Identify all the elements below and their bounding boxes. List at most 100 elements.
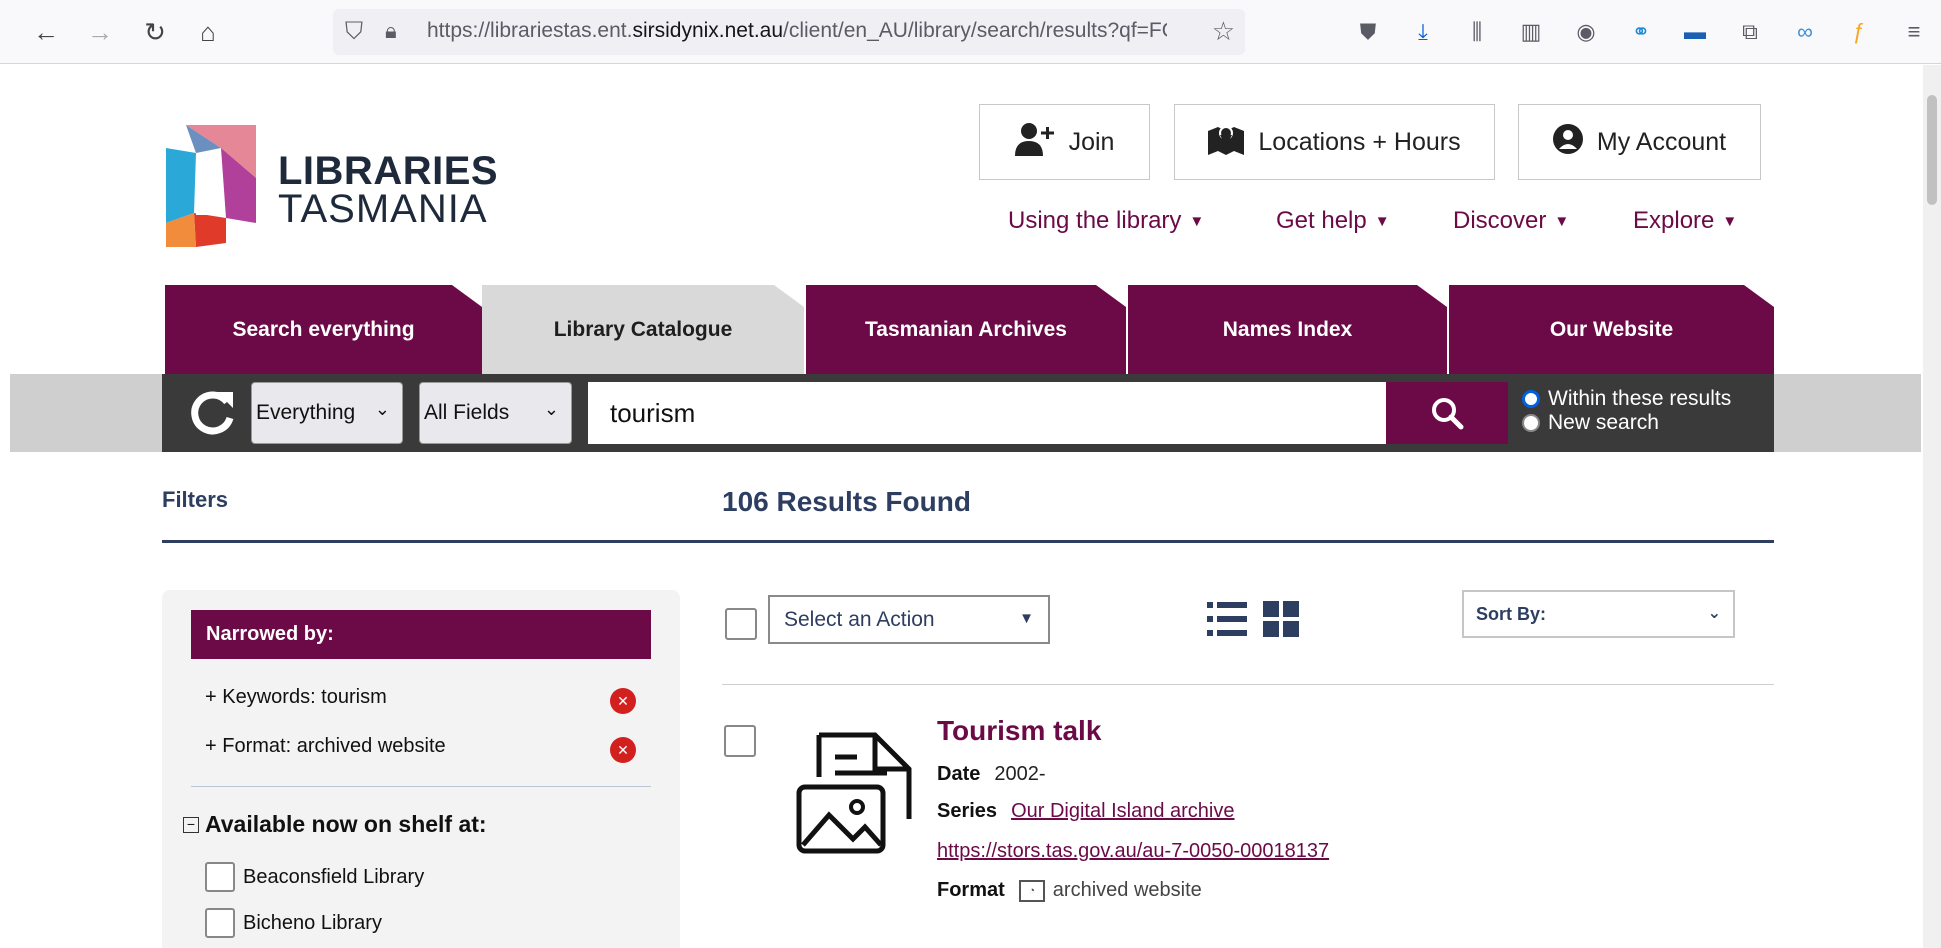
action-select[interactable]: Select an Action ▼ bbox=[768, 595, 1050, 644]
tab-label: Names Index bbox=[1222, 317, 1353, 341]
locations-hours-button[interactable]: Locations + Hours bbox=[1174, 104, 1495, 180]
join-button[interactable]: Join bbox=[979, 104, 1150, 180]
back-icon[interactable]: ← bbox=[28, 14, 64, 50]
nav-using-library[interactable]: Using the library ▼ bbox=[1008, 207, 1204, 235]
result-url-link[interactable]: https://stors.tas.gov.au/au-7-0050-00018… bbox=[937, 840, 1329, 863]
library-checkbox[interactable] bbox=[205, 862, 235, 892]
list-view-icon[interactable] bbox=[1207, 601, 1247, 637]
tab-fold bbox=[452, 285, 482, 307]
tab-our-website[interactable]: Our Website bbox=[1449, 285, 1774, 374]
format-value: archived website bbox=[1052, 879, 1202, 901]
search-scope-select[interactable]: Everything ⌄ bbox=[251, 382, 403, 444]
tab-fold bbox=[1744, 285, 1774, 307]
radio-new-search[interactable]: New search bbox=[1522, 411, 1659, 435]
tab-label: Library Catalogue bbox=[553, 317, 733, 341]
result-series: Series Our Digital Island archive bbox=[937, 800, 1235, 823]
narrowed-item-label: Format: archived website bbox=[222, 735, 446, 757]
radio-selected[interactable] bbox=[1522, 390, 1540, 408]
divider bbox=[191, 786, 651, 787]
extension-link-icon[interactable]: ⚭ bbox=[1625, 16, 1657, 48]
caret-down-icon: ▼ bbox=[1374, 212, 1390, 230]
series-link[interactable]: Our Digital Island archive bbox=[1011, 800, 1234, 823]
lock-icon[interactable]: 🔒︎ bbox=[385, 18, 397, 44]
narrowed-item[interactable]: + Format: archived website bbox=[205, 735, 446, 758]
page: LIBRARIES TASMANIA Join Locations + Hour… bbox=[0, 65, 1941, 948]
available-on-shelf-heading[interactable]: − Available now on shelf at: bbox=[183, 811, 487, 838]
remove-filter-icon[interactable]: ✕ bbox=[610, 737, 636, 763]
url-text[interactable]: https://librariestas.ent.sirsidynix.net.… bbox=[427, 19, 1167, 43]
extension-drive-icon[interactable]: ▬ bbox=[1679, 16, 1711, 48]
radio-label: Within these results bbox=[1548, 387, 1732, 410]
narrowed-by-heading: Narrowed by: bbox=[191, 610, 651, 659]
library-label: Beaconsfield Library bbox=[243, 865, 425, 888]
tab-names-index[interactable]: Names Index bbox=[1128, 285, 1447, 374]
date-value: 2002- bbox=[994, 763, 1046, 785]
logo-mark-icon bbox=[166, 125, 256, 247]
result-format: Format ◔ archived website bbox=[937, 879, 1202, 902]
library-filter-item[interactable]: Beaconsfield Library bbox=[205, 862, 424, 892]
locations-label: Locations + Hours bbox=[1258, 127, 1461, 156]
caret-down-icon: ▼ bbox=[1722, 212, 1738, 230]
field-value: All Fields bbox=[424, 401, 510, 424]
account-label: My Account bbox=[1596, 127, 1727, 156]
scrollbar[interactable] bbox=[1923, 65, 1941, 948]
results-count: 106 Results Found bbox=[722, 486, 971, 517]
libraries-tasmania-logo[interactable]: LIBRARIES TASMANIA bbox=[166, 123, 498, 253]
select-all-checkbox[interactable] bbox=[725, 608, 757, 640]
extension-zotero-icon[interactable]: ƒ bbox=[1843, 16, 1875, 48]
my-account-button[interactable]: My Account bbox=[1518, 104, 1761, 180]
filters-title: Filters bbox=[162, 487, 229, 512]
tab-fold bbox=[1096, 285, 1126, 307]
menu-icon[interactable]: ≡ bbox=[1898, 16, 1930, 48]
result-title[interactable]: Tourism talk bbox=[937, 715, 1101, 747]
document-image-icon[interactable] bbox=[795, 727, 920, 857]
narrowed-item[interactable]: + Keywords: tourism bbox=[205, 686, 387, 709]
reset-search-icon[interactable] bbox=[183, 384, 241, 442]
extensions-puzzle-icon[interactable]: ⧉ bbox=[1734, 16, 1766, 48]
result-checkbox[interactable] bbox=[724, 725, 756, 757]
nav-get-help[interactable]: Get help ▼ bbox=[1276, 207, 1390, 235]
tab-fold bbox=[774, 285, 804, 307]
search-field-select[interactable]: All Fields ⌄ bbox=[419, 382, 572, 444]
sidebar-icon[interactable]: ▥ bbox=[1515, 16, 1547, 48]
sort-select[interactable]: Sort By: ⌄ bbox=[1462, 590, 1735, 638]
url-bar[interactable]: ⛉ 🔒︎ https://librariestas.ent.sirsidynix… bbox=[333, 9, 1245, 55]
nav-label: Discover bbox=[1453, 207, 1547, 234]
bookmark-star-icon[interactable]: ☆ bbox=[1212, 16, 1235, 47]
nav-explore[interactable]: Explore ▼ bbox=[1633, 207, 1737, 235]
caret-down-icon: ▼ bbox=[1019, 610, 1034, 627]
caret-down-icon: ▼ bbox=[1554, 212, 1570, 230]
forward-icon[interactable]: → bbox=[82, 14, 118, 50]
library-icon[interactable]: ⫼ bbox=[1461, 16, 1493, 48]
tab-library-catalogue[interactable]: Library Catalogue bbox=[482, 285, 804, 374]
search-button[interactable] bbox=[1386, 382, 1508, 444]
library-checkbox[interactable] bbox=[205, 908, 235, 938]
library-label: Bicheno Library bbox=[243, 911, 382, 934]
account-icon[interactable]: ◉ bbox=[1570, 16, 1602, 48]
remove-filter-icon[interactable]: ✕ bbox=[610, 688, 636, 714]
sort-label: Sort By: bbox=[1476, 603, 1547, 624]
extension-sync-icon[interactable]: ∞ bbox=[1789, 16, 1821, 48]
collapse-icon[interactable]: − bbox=[183, 816, 199, 833]
tab-fold bbox=[1417, 285, 1447, 307]
chevron-down-icon: ⌄ bbox=[543, 399, 559, 419]
radio-unselected[interactable] bbox=[1522, 414, 1540, 432]
tab-label: Search everything bbox=[232, 317, 415, 341]
download-icon[interactable]: ⤓ bbox=[1407, 16, 1439, 48]
divider bbox=[722, 684, 1774, 685]
radio-within-results[interactable]: Within these results bbox=[1522, 387, 1731, 411]
reload-icon[interactable]: ↻ bbox=[137, 14, 173, 50]
result-date: Date 2002- bbox=[937, 763, 1046, 786]
scrollbar-thumb[interactable] bbox=[1927, 95, 1937, 205]
shield-icon[interactable]: ⛉ bbox=[345, 18, 363, 46]
nav-discover[interactable]: Discover ▼ bbox=[1453, 207, 1569, 235]
grid-view-icon[interactable] bbox=[1263, 601, 1299, 637]
date-label: Date bbox=[937, 763, 981, 785]
library-filter-item[interactable]: Bicheno Library bbox=[205, 908, 382, 938]
tab-search-everything[interactable]: Search everything bbox=[165, 285, 482, 374]
tab-tasmanian-archives[interactable]: Tasmanian Archives bbox=[806, 285, 1126, 374]
add-user-icon bbox=[1014, 122, 1055, 163]
home-icon[interactable]: ⌂ bbox=[190, 14, 226, 50]
search-input[interactable]: tourism bbox=[588, 382, 1386, 444]
pocket-icon[interactable]: ⛊ bbox=[1352, 16, 1384, 48]
